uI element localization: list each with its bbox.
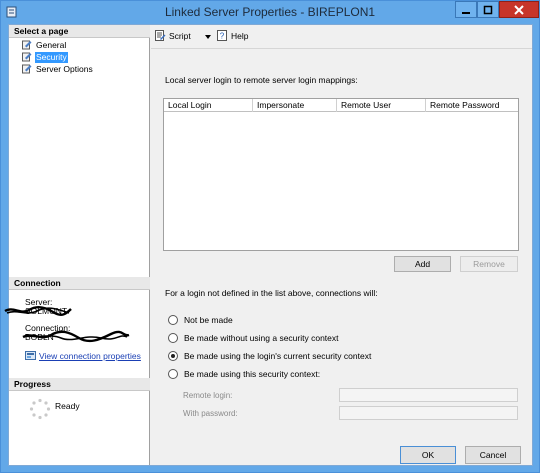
- with-password-label: With password:: [183, 409, 238, 418]
- option-label: Be made without using a security context: [184, 333, 339, 343]
- page-icon: [22, 40, 32, 50]
- close-button[interactable]: [499, 1, 539, 18]
- add-button[interactable]: Add: [394, 256, 451, 272]
- remote-login-input[interactable]: [339, 388, 518, 402]
- radio-button[interactable]: [168, 315, 178, 325]
- minimize-icon: [462, 11, 470, 14]
- toolbar: Script ? Help: [151, 25, 532, 49]
- view-connection-properties-label: View connection properties: [39, 351, 141, 361]
- column-header-remote-user[interactable]: Remote User: [337, 99, 426, 112]
- dialog-client-area: Select a page General Security Server Op…: [4, 24, 533, 466]
- page-label: Security: [35, 51, 68, 63]
- radio-button[interactable]: [168, 369, 178, 379]
- close-icon: [514, 4, 524, 15]
- option-not-be-made[interactable]: Not be made: [168, 314, 233, 326]
- option-label: Be made using this security context:: [184, 369, 321, 379]
- column-header-impersonate[interactable]: Impersonate: [253, 99, 337, 112]
- page-label: Server Options: [36, 63, 93, 74]
- help-label: Help: [231, 30, 249, 41]
- title-bar[interactable]: Linked Server Properties - BIREPLON1: [1, 1, 539, 24]
- view-connection-properties-link[interactable]: View connection properties: [25, 351, 141, 361]
- script-icon: [155, 30, 166, 41]
- maximize-icon: [483, 5, 493, 14]
- remote-login-label: Remote login:: [183, 391, 233, 400]
- remove-button[interactable]: Remove: [460, 256, 518, 272]
- redaction-scribble: [22, 330, 130, 343]
- minimize-button[interactable]: [455, 1, 477, 18]
- option-this-security-context[interactable]: Be made using this security context:: [168, 368, 320, 380]
- login-mappings-grid[interactable]: Local Login Impersonate Remote User Remo…: [163, 98, 519, 251]
- left-panel: Select a page General Security Server Op…: [4, 25, 150, 465]
- dialog-window: Linked Server Properties - BIREPLON1 Sel…: [0, 0, 540, 473]
- chevron-down-icon[interactable]: [204, 33, 212, 41]
- script-label: Script: [169, 30, 191, 41]
- page-item-security[interactable]: Security: [22, 51, 68, 63]
- radio-button[interactable]: [168, 333, 178, 343]
- page-icon: [22, 64, 32, 74]
- connection-properties-icon: [25, 351, 36, 360]
- progress-spinner-icon: [29, 398, 51, 420]
- page-item-general[interactable]: General: [22, 39, 67, 51]
- page-icon: [22, 52, 32, 62]
- progress-status: Ready: [55, 401, 80, 411]
- undefined-login-caption: For a login not defined in the list abov…: [165, 288, 378, 298]
- help-button[interactable]: ? Help: [217, 30, 248, 41]
- grid-header: Local Login Impersonate Remote User Remo…: [164, 99, 518, 112]
- option-label: Not be made: [184, 315, 233, 325]
- ok-button[interactable]: OK: [400, 446, 456, 464]
- svg-text:?: ?: [220, 32, 225, 41]
- help-icon: ?: [217, 30, 227, 41]
- page-item-server-options[interactable]: Server Options: [22, 63, 94, 75]
- option-without-security-context[interactable]: Be made without using a security context: [168, 332, 339, 344]
- option-current-security-context[interactable]: Be made using the login's current securi…: [168, 350, 371, 362]
- column-header-local-login[interactable]: Local Login: [164, 99, 253, 112]
- maximize-button[interactable]: [477, 1, 499, 18]
- option-label: Be made using the login's current securi…: [184, 351, 372, 361]
- progress-header: Progress: [9, 378, 150, 391]
- column-header-remote-password[interactable]: Remote Password: [426, 99, 518, 112]
- with-password-input[interactable]: [339, 406, 518, 420]
- script-button[interactable]: Script: [155, 30, 191, 41]
- mappings-caption: Local server login to remote server logi…: [165, 75, 358, 85]
- select-page-header: Select a page: [9, 25, 150, 38]
- connection-header: Connection: [9, 277, 150, 290]
- redaction-scribble: [4, 305, 72, 317]
- radio-button-selected[interactable]: [168, 351, 178, 361]
- page-label: General: [36, 39, 67, 50]
- cancel-button[interactable]: Cancel: [465, 446, 521, 464]
